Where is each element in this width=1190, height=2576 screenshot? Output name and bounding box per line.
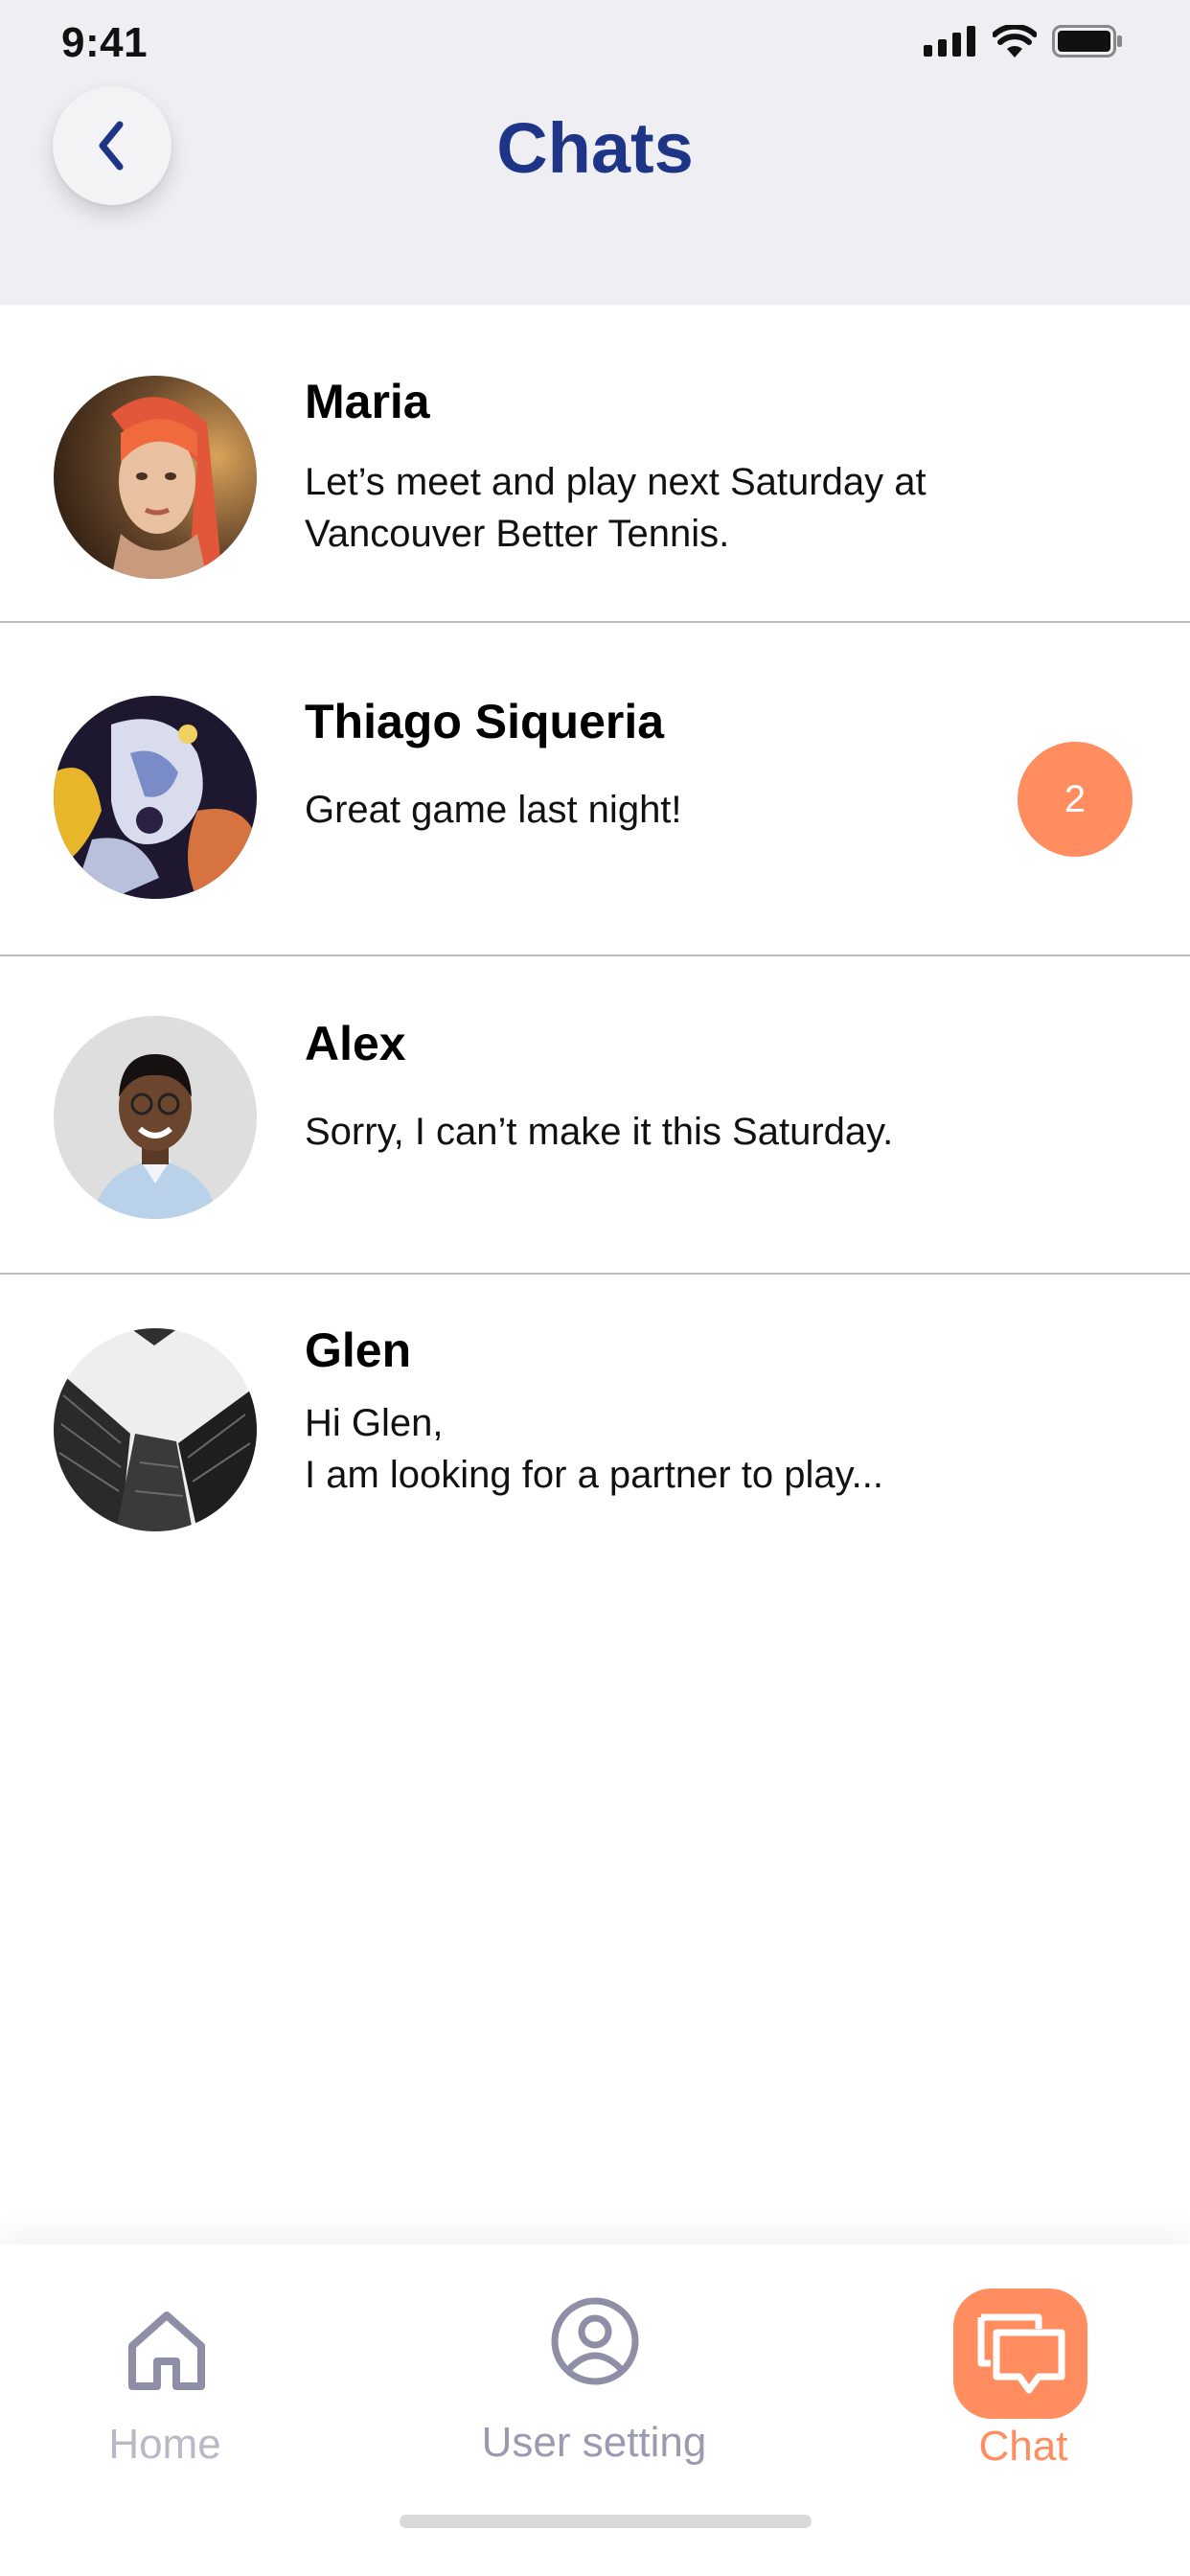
chat-message: Let’s meet and play next Saturday at Van… (305, 456, 1052, 560)
chat-row-thiago[interactable]: Thiago Siqueria Great game last night! 2 (0, 623, 1190, 956)
avatar-maria (54, 376, 257, 579)
avatar-thiago (54, 696, 257, 899)
chat-row-glen[interactable]: Glen Hi Glen, I am looking for a partner… (0, 1275, 1190, 1591)
chat-message-line: Sorry, I can’t make it this Saturday. (305, 1111, 894, 1153)
tab-chat[interactable]: Chat (880, 2244, 1167, 2494)
battery-icon (1052, 25, 1122, 58)
cellular-signal-icon (924, 26, 975, 57)
tab-user-setting-label: User setting (481, 2419, 707, 2466)
page-title: Chats (496, 108, 694, 188)
chat-name: Thiago Siqueria (305, 695, 665, 748)
chat-message-line: Vancouver Better Tennis. (305, 513, 730, 555)
unread-badge: 2 (1018, 742, 1133, 857)
chat-message-line: I am looking for a partner to play... (305, 1454, 884, 1496)
chat-message-line: Hi Glen, (305, 1402, 444, 1444)
tab-chat-label: Chat (978, 2423, 1068, 2470)
home-indicator (400, 2515, 812, 2528)
chat-name: Alex (305, 1017, 406, 1070)
wifi-icon (993, 25, 1037, 58)
avatar-glen (54, 1328, 257, 1531)
tab-home-label: Home (108, 2421, 221, 2468)
chat-message-line: Great game last night! (305, 789, 682, 831)
tab-home[interactable]: Home (21, 2244, 309, 2494)
status-icons (924, 25, 1123, 58)
chat-bubbles-icon (977, 2313, 1065, 2394)
status-time: 9:41 (61, 19, 149, 66)
top-header: 9:41 Chats (0, 0, 1190, 305)
chat-name: Glen (305, 1323, 412, 1377)
tab-user-setting[interactable]: User setting (450, 2244, 738, 2494)
chat-row-alex[interactable]: Alex Sorry, I can’t make it this Saturda… (0, 956, 1190, 1275)
chat-message: Hi Glen, I am looking for a partner to p… (305, 1397, 1052, 1501)
chat-message-line: Let’s meet and play next Saturday at (305, 461, 927, 503)
avatar-alex (54, 1016, 257, 1219)
user-circle-icon (551, 2297, 639, 2385)
chat-row-maria[interactable]: Maria Let’s meet and play next Saturday … (0, 305, 1190, 623)
home-icon (128, 2312, 205, 2390)
chat-name: Maria (305, 375, 430, 428)
chat-message: Sorry, I can’t make it this Saturday. (305, 1106, 1052, 1158)
chat-message: Great game last night! (305, 784, 1052, 836)
